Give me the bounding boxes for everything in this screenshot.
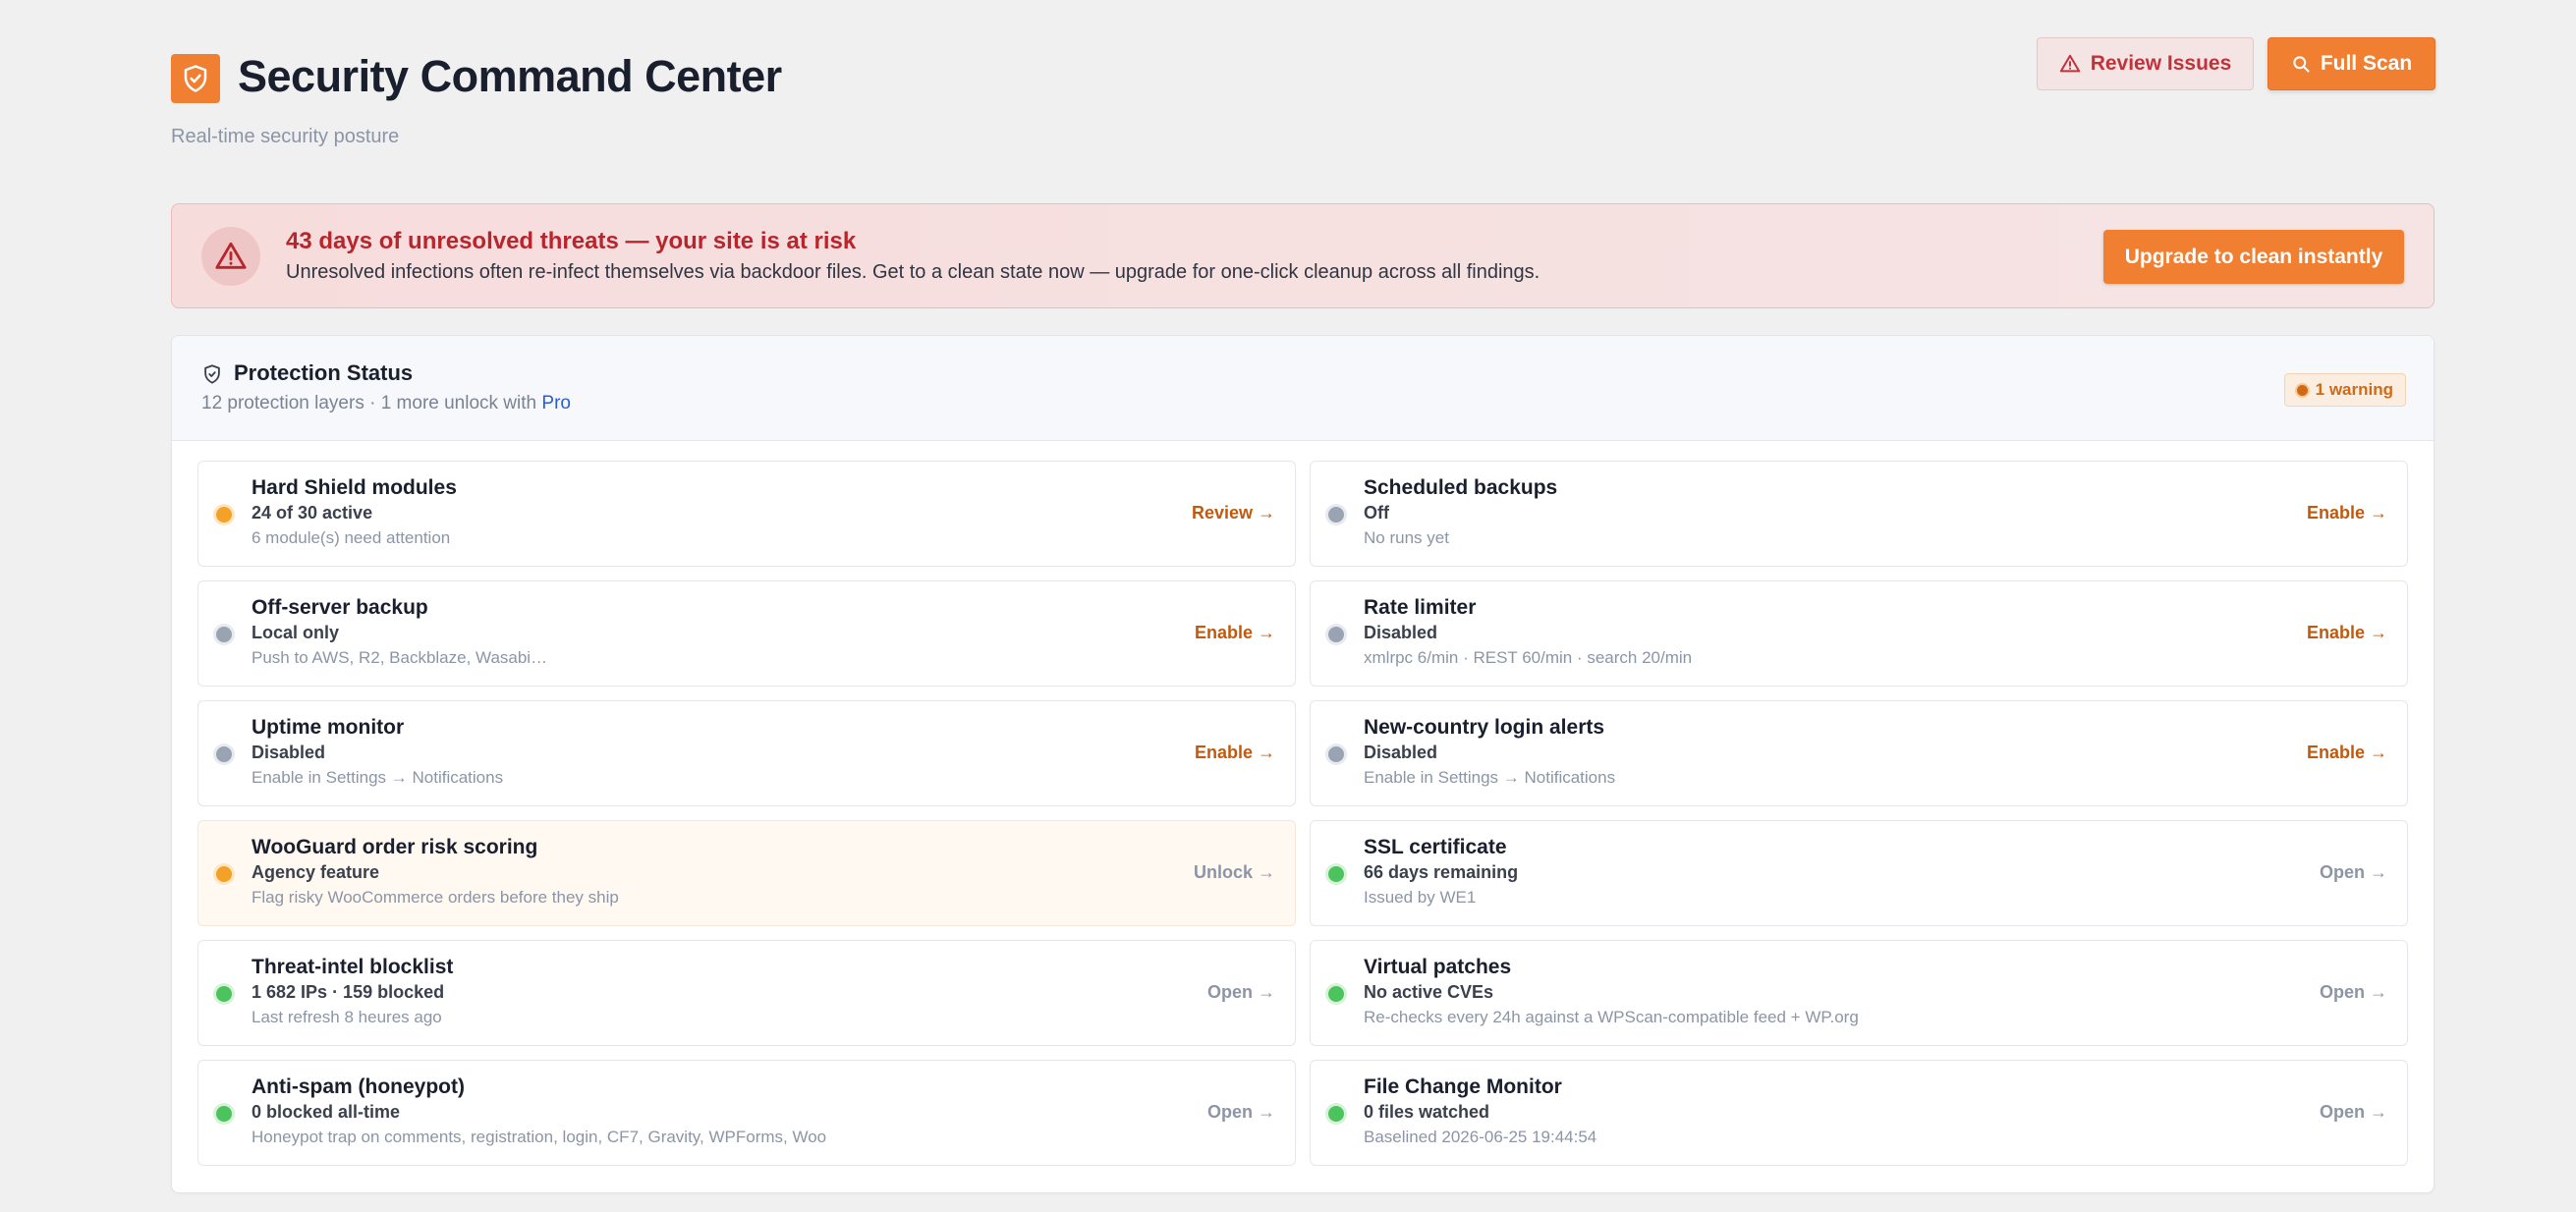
warning-count-badge: 1 warning (2283, 373, 2406, 407)
protection-card: Uptime monitor Disabled Enable in Settings… (197, 700, 1296, 806)
card-title: Scheduled backups (1364, 476, 1558, 499)
status-dot-icon (216, 866, 232, 882)
protection-card: Threat-intel blocklist 1 682 IPs · 159 bl… (197, 940, 1296, 1046)
status-dot-icon (216, 1106, 232, 1122)
card-action-link[interactable]: Enable → (2307, 743, 2387, 763)
protection-card-grid: Hard Shield modules 24 of 30 active 6 modu… (197, 461, 2408, 1166)
status-dot-icon (216, 986, 232, 1002)
status-dot-icon (216, 627, 232, 642)
card-status: Local only (252, 623, 340, 642)
card-action-link[interactable]: Open → (2320, 862, 2387, 883)
card-title: Anti-spam (honeypot) (252, 1075, 465, 1098)
card-detail: Honeypot trap on comments, registration,… (252, 1128, 827, 1146)
card-title: WooGuard order risk scoring (252, 836, 538, 858)
card-detail: Enable in Settings → Notifications (1364, 768, 1616, 787)
threat-alert-banner: 43 days of unresolved threats — your sit… (171, 203, 2435, 308)
card-action-link[interactable]: Unlock → (1194, 862, 1275, 883)
page-title: Security Command Center (238, 51, 782, 101)
shield-check-icon (204, 364, 220, 384)
review-issues-button[interactable]: Review Issues (2037, 37, 2254, 90)
security-dashboard: Security Command Center Real-time securi… (171, 0, 2436, 1193)
card-action-link[interactable]: Open → (1207, 1102, 1275, 1123)
protection-card: Off-server backup Local only Push to AWS, … (197, 580, 1296, 687)
status-dot-icon (216, 507, 232, 523)
card-action-link[interactable]: Enable → (2307, 503, 2387, 523)
card-status: Disabled (1364, 743, 1438, 762)
warning-triangle-icon (2059, 54, 2080, 73)
protection-card: Hard Shield modules 24 of 30 active 6 modu… (197, 461, 1296, 567)
warning-dot-icon (2296, 384, 2308, 396)
status-dot-icon (1328, 866, 1344, 882)
protection-card: WooGuard order risk scoring Agency featur… (197, 820, 1296, 926)
pro-link[interactable]: Pro (541, 393, 571, 413)
card-title: Uptime monitor (252, 716, 405, 739)
card-detail: Flag risky WooCommerce orders before the… (252, 888, 619, 907)
card-status: No active CVEs (1364, 982, 1494, 1002)
card-status: 66 days remaining (1364, 862, 1519, 882)
review-issues-label: Review Issues (2090, 52, 2232, 75)
card-status: 24 of 30 active (252, 503, 373, 523)
status-dot-icon (1328, 986, 1344, 1002)
card-title: Virtual patches (1364, 956, 1512, 978)
upgrade-button[interactable]: Upgrade to clean instantly (2103, 230, 2404, 284)
card-title: SSL certificate (1364, 836, 1507, 858)
full-scan-label: Full Scan (2320, 52, 2413, 75)
card-title: Off-server backup (252, 596, 428, 619)
panel-subtitle: 12 protection layers · 1 more unlock wit… (201, 393, 571, 414)
card-title: File Change Monitor (1364, 1075, 1562, 1098)
shield-logo-icon (171, 54, 220, 103)
card-detail: 6 module(s) need attention (252, 528, 451, 547)
card-detail: Re-checks every 24h against a WPScan-com… (1364, 1008, 1859, 1026)
warning-count-label: 1 warning (2315, 380, 2393, 399)
card-title: Threat-intel blocklist (252, 956, 454, 978)
card-action-link[interactable]: Review → (1192, 503, 1275, 523)
alert-warning-icon (201, 227, 260, 286)
status-dot-icon (216, 746, 232, 762)
card-detail: xmlrpc 6/min · REST 60/min · search 20/m… (1364, 648, 1693, 667)
card-action-link[interactable]: Open → (2320, 982, 2387, 1003)
status-dot-icon (1328, 1106, 1344, 1122)
protection-card: Anti-spam (honeypot) 0 blocked all-time Ho… (197, 1060, 1296, 1166)
status-dot-icon (1328, 507, 1344, 523)
card-status: Off (1364, 503, 1389, 523)
card-status: 0 files watched (1364, 1102, 1490, 1122)
card-status: Disabled (1364, 623, 1438, 642)
page-header: Security Command Center Real-time securi… (171, 0, 2436, 187)
card-action-link[interactable]: Open → (1207, 982, 1275, 1003)
card-detail: Last refresh 8 heures ago (252, 1008, 442, 1026)
card-status: 1 682 IPs · 159 blocked (252, 982, 445, 1002)
panel-title: Protection Status (234, 360, 414, 385)
card-action-link[interactable]: Enable → (1195, 623, 1275, 643)
panel-header: Protection Status 12 protection layers ·… (172, 336, 2434, 441)
card-title: Rate limiter (1364, 596, 1477, 619)
card-detail: No runs yet (1364, 528, 1449, 547)
protection-card: SSL certificate 66 days remaining Issued b… (1310, 820, 2408, 926)
search-icon (2293, 56, 2310, 73)
status-dot-icon (1328, 627, 1344, 642)
alert-text: Unresolved infections often re-infect th… (286, 261, 1540, 283)
card-action-link[interactable]: Enable → (2307, 623, 2387, 643)
card-status: Agency feature (252, 862, 380, 882)
status-dot-icon (1328, 746, 1344, 762)
card-detail: Push to AWS, R2, Backblaze, Wasabi… (252, 648, 548, 667)
card-action-link[interactable]: Open → (2320, 1102, 2387, 1123)
protection-card: New-country login alerts Disabled Enable i… (1310, 700, 2408, 806)
card-title: Hard Shield modules (252, 476, 457, 499)
card-action-link[interactable]: Enable → (1195, 743, 1275, 763)
card-detail: Baselined 2026-06-25 19:44:54 (1364, 1128, 1597, 1146)
protection-card: Scheduled backups Off No runs yet Enable → (1310, 461, 2408, 567)
card-title: New-country login alerts (1364, 716, 1605, 739)
card-detail: Issued by WE1 (1364, 888, 1477, 907)
page-subtitle: Real-time security posture (171, 126, 400, 147)
protection-card: Rate limiter Disabled xmlrpc 6/min · REST … (1310, 580, 2408, 687)
card-status: Disabled (252, 743, 326, 762)
protection-card: Virtual patches No active CVEs Re-checks e… (1310, 940, 2408, 1046)
card-status: 0 blocked all-time (252, 1102, 401, 1122)
protection-status-panel: Protection Status 12 protection layers ·… (171, 335, 2435, 1193)
protection-card: File Change Monitor 0 files watched Baseli… (1310, 1060, 2408, 1166)
alert-title: 43 days of unresolved threats — your sit… (286, 228, 857, 254)
full-scan-button[interactable]: Full Scan (2268, 37, 2436, 90)
card-detail: Enable in Settings → Notifications (252, 768, 504, 787)
panel-subtitle-text: 12 protection layers · 1 more unlock wit… (201, 393, 542, 413)
